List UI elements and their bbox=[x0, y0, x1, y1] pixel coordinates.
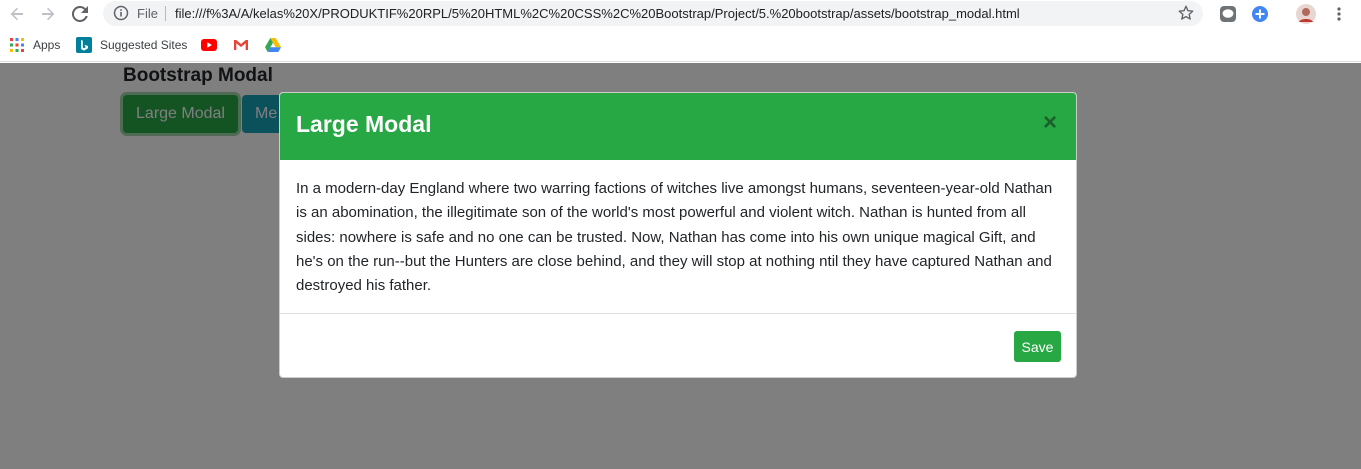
modal-body-text: In a modern-day England where two warrin… bbox=[296, 180, 1053, 295]
google-drive-icon bbox=[265, 37, 281, 53]
line-extension-icon[interactable] bbox=[1218, 4, 1238, 24]
close-icon[interactable]: × bbox=[1038, 111, 1062, 135]
file-scheme-label: File bbox=[137, 6, 158, 21]
url-text[interactable]: file:///f%3A/A/kelas%20X/PRODUKTIF%20RPL… bbox=[175, 6, 1020, 21]
bookmarks-bar: Apps Suggested Sites bbox=[0, 29, 1361, 62]
reload-icon bbox=[72, 6, 88, 22]
address-bar[interactable]: File file:///f%3A/A/kelas%20X/PRODUKTIF%… bbox=[103, 1, 1203, 26]
bookmark-star-icon[interactable] bbox=[1177, 4, 1195, 27]
save-button[interactable]: Save bbox=[1014, 331, 1061, 362]
gmail-icon bbox=[233, 37, 249, 53]
bing-icon bbox=[76, 37, 92, 53]
back-arrow-icon bbox=[10, 7, 23, 21]
modal-footer-divider bbox=[280, 313, 1076, 314]
bookmark-gmail[interactable] bbox=[233, 37, 257, 53]
back-button[interactable] bbox=[6, 3, 28, 25]
modal-title: Large Modal bbox=[296, 111, 432, 137]
bookmark-apps-label: Apps bbox=[33, 38, 61, 52]
profile-avatar[interactable] bbox=[1296, 4, 1316, 24]
large-modal-dialog: Large Modal × In a modern-day England wh… bbox=[279, 92, 1077, 378]
forward-arrow-icon bbox=[42, 7, 55, 21]
menu-kebab-icon[interactable] bbox=[1329, 4, 1349, 24]
bookmark-suggested-sites[interactable]: Suggested Sites bbox=[76, 37, 187, 53]
omnibox-separator bbox=[165, 6, 166, 21]
bookmark-apps[interactable]: Apps bbox=[9, 37, 60, 53]
bookmark-google-drive[interactable] bbox=[265, 37, 289, 53]
page-content: Bootstrap Modal Large Modal Me Large Mod… bbox=[0, 63, 1361, 469]
modal-header: Large Modal × bbox=[280, 93, 1076, 160]
youtube-icon bbox=[201, 37, 217, 53]
add-extension-icon[interactable] bbox=[1250, 4, 1270, 24]
reload-button[interactable] bbox=[69, 3, 91, 25]
apps-grid-icon bbox=[9, 37, 25, 53]
forward-button[interactable] bbox=[37, 3, 59, 25]
info-icon[interactable] bbox=[113, 5, 129, 26]
browser-toolbar: File file:///f%3A/A/kelas%20X/PRODUKTIF%… bbox=[0, 0, 1361, 28]
bookmark-youtube[interactable] bbox=[201, 37, 225, 53]
bookmark-suggested-sites-label: Suggested Sites bbox=[100, 38, 188, 52]
